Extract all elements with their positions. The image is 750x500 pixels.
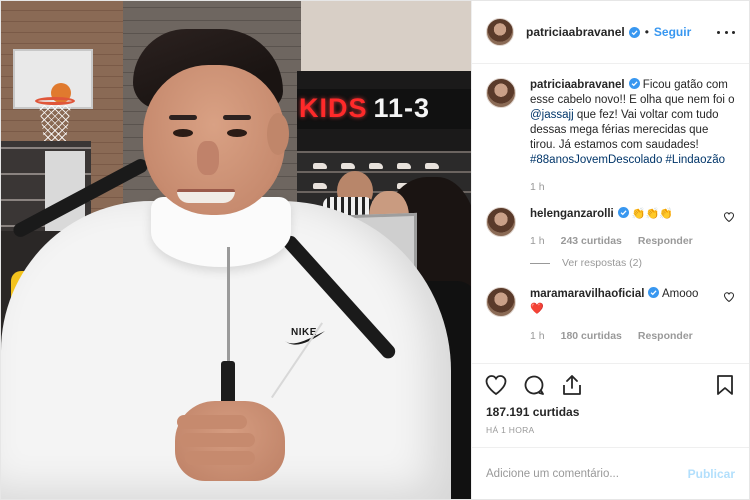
- caption-username[interactable]: patriciaabravanel: [530, 79, 625, 91]
- comment-meta: 1 h 180 curtidas Responder: [530, 329, 723, 344]
- caption: patriciaabravanel Ficou gatão com esse c…: [486, 78, 735, 195]
- eye-left: [173, 129, 193, 137]
- view-replies-line: [530, 262, 550, 264]
- comment-input[interactable]: [486, 467, 688, 480]
- comment-body: helenganzarolli 👏👏👏 1 h 243 curtidas Res…: [530, 207, 723, 249]
- shoe: [341, 163, 355, 169]
- comment-bubble-icon[interactable]: [522, 373, 546, 397]
- caption-time[interactable]: 1 h: [530, 180, 545, 195]
- caption-avatar[interactable]: [486, 78, 516, 108]
- comment-likes[interactable]: 243 curtidas: [561, 234, 622, 249]
- author-avatar[interactable]: [486, 18, 514, 46]
- comment-time[interactable]: 1 h: [530, 329, 545, 344]
- finger: [177, 415, 247, 429]
- post-photo[interactable]: KIDS 11-3 NIKE: [1, 1, 471, 499]
- store-sign: KIDS 11-3: [299, 95, 430, 122]
- comment-body: maramaravilhaoficial Amooo ❤️ 1 h 180 cu…: [530, 287, 723, 344]
- reply-button[interactable]: Responder: [638, 329, 693, 344]
- add-comment-bar: Publicar: [472, 447, 749, 499]
- share-icon[interactable]: [560, 373, 584, 397]
- verified-badge-icon: [617, 207, 629, 218]
- eyebrow-right: [223, 115, 251, 120]
- instagram-post: KIDS 11-3 NIKE patriciaabravanel • Segui…: [0, 0, 750, 500]
- caption-body: patriciaabravanel Ficou gatão com esse c…: [530, 78, 735, 195]
- eyebrow-left: [169, 115, 197, 120]
- smile: [177, 189, 235, 203]
- post-time[interactable]: HÁ 1 HORA: [472, 419, 749, 447]
- commenter-avatar[interactable]: [486, 207, 516, 237]
- shoe: [369, 163, 383, 169]
- finger: [181, 433, 255, 447]
- more-dot: [717, 30, 720, 34]
- nose: [197, 141, 219, 175]
- comment: maramaravilhaoficial Amooo ❤️ 1 h 180 cu…: [486, 287, 735, 344]
- caption-meta: 1 h: [530, 180, 735, 195]
- shoe: [425, 163, 439, 169]
- caption-hashtags[interactable]: #88anosJovemDescolado #Lindaozão: [530, 154, 725, 166]
- verified-badge-icon: [628, 78, 640, 89]
- comment-text: Amooo: [659, 288, 699, 300]
- clapping-hands-emoji: 👏👏👏: [631, 208, 674, 220]
- publish-button[interactable]: Publicar: [688, 467, 735, 481]
- hoop-rim: [35, 97, 75, 105]
- action-bar: [472, 363, 749, 405]
- like-comment-heart-icon[interactable]: [723, 291, 735, 303]
- post-sidebar: patriciaabravanel • Seguir patriciaabrav…: [471, 1, 749, 499]
- heart-icon[interactable]: [484, 373, 508, 397]
- shoe: [397, 163, 411, 169]
- ceiling: [301, 1, 471, 71]
- finger: [185, 451, 255, 465]
- shoe: [313, 163, 327, 169]
- view-replies-button[interactable]: Ver respostas (2): [530, 257, 735, 269]
- post-header: patriciaabravanel • Seguir: [472, 1, 749, 64]
- more-options-icon[interactable]: [717, 30, 735, 34]
- caption-mention[interactable]: @jassajj: [530, 109, 574, 121]
- store-sign-size: 11-3: [373, 93, 431, 123]
- like-comment-heart-icon[interactable]: [723, 211, 735, 223]
- red-heart-emoji: ❤️: [530, 303, 544, 315]
- commenter-avatar[interactable]: [486, 287, 516, 317]
- eye-right: [227, 129, 247, 137]
- comment-time[interactable]: 1 h: [530, 234, 545, 249]
- ear: [267, 113, 289, 155]
- store-sign-kids: KIDS: [299, 93, 368, 123]
- follow-button[interactable]: Seguir: [654, 25, 691, 39]
- more-dot: [732, 30, 735, 34]
- comment-meta: 1 h 243 curtidas Responder: [530, 234, 723, 249]
- reply-button[interactable]: Responder: [638, 234, 693, 249]
- commenter-username[interactable]: maramaravilhaoficial: [530, 288, 644, 300]
- likes-count[interactable]: 187.191 curtidas: [472, 405, 749, 419]
- shoe: [313, 183, 327, 189]
- view-replies-label: Ver respostas (2): [562, 257, 642, 269]
- verified-badge-icon: [628, 26, 640, 38]
- commenter-username[interactable]: helenganzarolli: [530, 208, 614, 220]
- comments-section: patriciaabravanel Ficou gatão com esse c…: [472, 64, 749, 363]
- bookmark-icon[interactable]: [713, 373, 737, 397]
- comment-likes[interactable]: 180 curtidas: [561, 329, 622, 344]
- verified-badge-icon: [648, 287, 660, 298]
- more-dot: [724, 30, 728, 34]
- header-separator: •: [644, 25, 649, 39]
- comment: helenganzarolli 👏👏👏 1 h 243 curtidas Res…: [486, 207, 735, 249]
- author-username[interactable]: patriciaabravanel: [526, 25, 625, 39]
